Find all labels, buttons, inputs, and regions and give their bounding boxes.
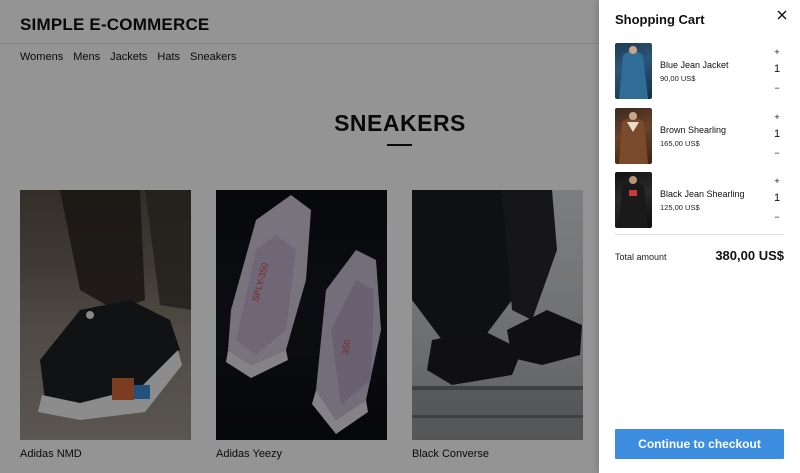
jacket-photo (619, 46, 648, 99)
item-thumbnail (615, 108, 652, 164)
item-name: Black Jean Shearling (660, 189, 745, 199)
cart-item: Brown Shearling 165,00 US$ + 1 − (615, 108, 787, 164)
item-price: 165,00 US$ (660, 139, 700, 148)
total-label: Total amount (615, 252, 667, 262)
cart-item: Black Jean Shearling 125,00 US$ + 1 − (615, 172, 787, 228)
shopping-cart-drawer: Shopping Cart Blue Jean Jacket 90,00 US$… (599, 0, 800, 473)
qty-value: 1 (773, 63, 781, 75)
checkout-button[interactable]: Continue to checkout (615, 429, 784, 459)
qty-decrease-button[interactable]: − (771, 83, 783, 93)
item-name: Brown Shearling (660, 125, 727, 135)
close-icon[interactable] (775, 8, 789, 22)
item-thumbnail (615, 172, 652, 228)
qty-increase-button[interactable]: + (771, 112, 783, 122)
qty-decrease-button[interactable]: − (771, 212, 783, 222)
qty-increase-button[interactable]: + (771, 176, 783, 186)
item-price: 125,00 US$ (660, 203, 700, 212)
qty-value: 1 (773, 128, 781, 140)
cart-item: Blue Jean Jacket 90,00 US$ + 1 − (615, 43, 787, 99)
jacket-photo (619, 112, 648, 164)
qty-increase-button[interactable]: + (771, 47, 783, 57)
cart-title: Shopping Cart (615, 12, 705, 27)
total-value: 380,00 US$ (715, 248, 784, 263)
item-price: 90,00 US$ (660, 74, 696, 83)
item-name: Blue Jean Jacket (660, 60, 729, 70)
item-thumbnail (615, 43, 652, 99)
qty-decrease-button[interactable]: − (771, 148, 783, 158)
qty-value: 1 (773, 192, 781, 204)
cart-divider (615, 234, 784, 235)
jacket-photo (619, 176, 648, 228)
